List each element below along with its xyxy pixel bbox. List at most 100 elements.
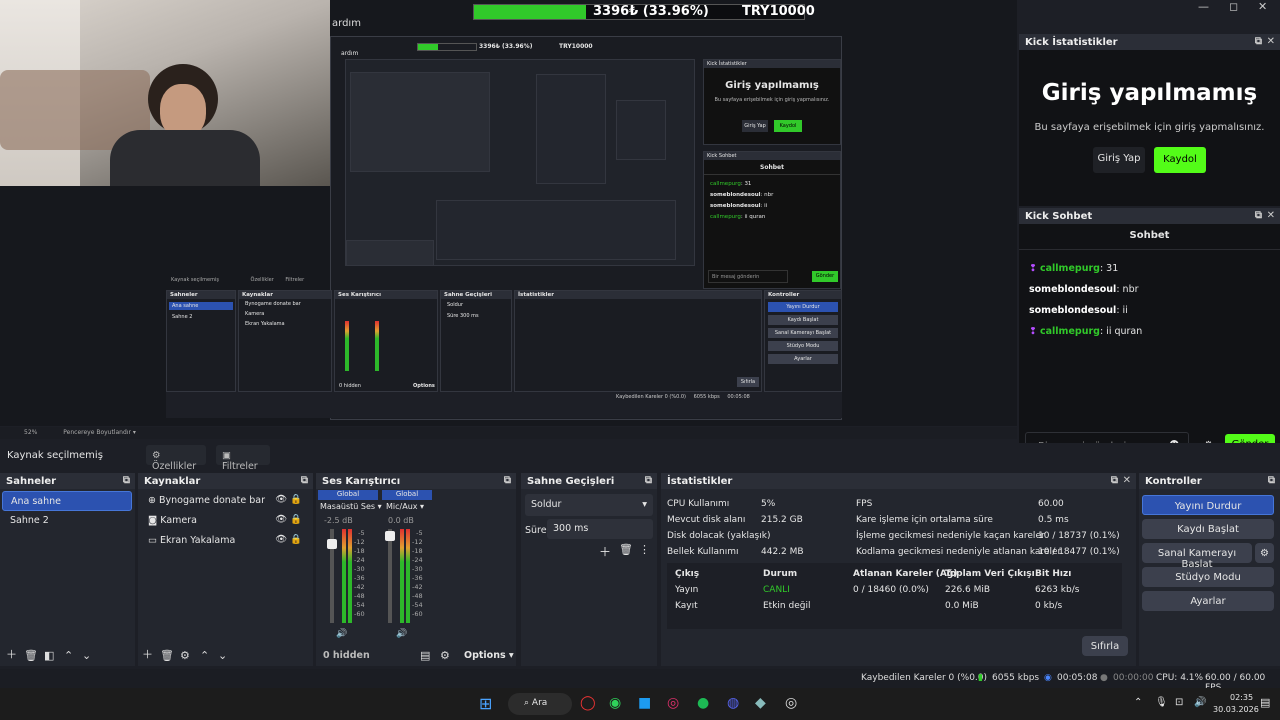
layout-icon[interactable]: ▤ — [420, 649, 430, 662]
virtual-camera-button[interactable]: Sanal Kamerayı Başlat — [1142, 543, 1252, 570]
opera-icon[interactable]: ◯ — [580, 695, 596, 711]
speaker-icon[interactable]: 🔊 — [1194, 697, 1206, 708]
nested-goal-text: TRY10000 — [559, 43, 593, 50]
close-icon[interactable]: ✕ — [1123, 475, 1131, 486]
minimize-icon[interactable]: — — [1198, 0, 1209, 13]
preview-canvas[interactable]: ardım 3396₺ (33.96%) TRY10000 ardım 3396… — [0, 0, 1017, 426]
settings-button[interactable]: Ayarlar — [1142, 591, 1274, 611]
speaker-icon[interactable]: 🔊 — [396, 629, 407, 639]
notification-icon[interactable]: ▤ — [1260, 696, 1270, 709]
speaker-icon[interactable]: 🔊 — [336, 629, 347, 639]
undock-icon[interactable]: ⧉ — [301, 475, 308, 486]
close-icon[interactable]: ✕ — [1267, 210, 1275, 221]
chevron-up-icon[interactable]: ⌃ — [1134, 697, 1142, 708]
stats-left-values: 5% 215.2 GB 442.2 MB — [761, 499, 804, 557]
login-message: Bu sayfaya erişebilmek için giriş yapmal… — [1034, 122, 1265, 133]
undock-icon[interactable]: ⧉ — [123, 475, 130, 486]
undock-icon[interactable]: ⧉ — [1255, 210, 1262, 221]
transition-select[interactable]: Soldur ▾ — [525, 494, 653, 516]
properties-button[interactable]: ⚙ Özellikler — [146, 445, 206, 472]
spotify-icon[interactable]: ● — [697, 695, 709, 711]
mic-icon[interactable]: 🎙 — [1155, 697, 1168, 708]
hidden-count[interactable]: 0 hidden — [323, 650, 370, 661]
start-recording-button[interactable]: Kaydı Başlat — [1142, 519, 1274, 539]
gear-icon[interactable]: ⚙ — [1255, 543, 1274, 563]
trash-icon[interactable]: 🗑 — [619, 543, 633, 556]
login-button[interactable]: Giriş Yap — [1093, 147, 1145, 173]
scene-item[interactable]: Sahne 2 — [2, 511, 132, 531]
status-bar: Kaybedilen Kareler 0 (%0.0) ▮ 6055 kbps … — [0, 669, 1280, 693]
add-icon[interactable]: ＋ — [142, 646, 153, 662]
zoom-level[interactable]: 52% — [24, 429, 37, 436]
filters-button[interactable]: ▣ Filtreler — [216, 445, 270, 472]
twitter-icon[interactable]: ■ — [638, 695, 651, 711]
undock-icon[interactable]: ⧉ — [1255, 36, 1262, 47]
duration-input[interactable]: 300 ms — [547, 519, 653, 539]
deeper-capture — [345, 59, 695, 266]
source-toolbar: Kaynak seçilmemiş ⚙ Özellikler ▣ Filtrel… — [0, 443, 1280, 472]
windows-start-icon[interactable]: ⊞ — [479, 694, 492, 713]
eye-icon: 👁 🔒 — [275, 494, 302, 505]
channel-select[interactable]: Masaüstü Ses ▾ — [320, 502, 382, 511]
stats-left: CPU Kullanımı Mevcut disk alanı Disk dolac… — [667, 499, 771, 557]
stats-right-values: 60.00 0.5 ms 10 / 18737 (0.1%) 10 / 18477 (… — [1038, 499, 1120, 557]
nested-source-bar: Kaynak seçilmemiş Özellikler Filtreler — [171, 277, 305, 283]
more-icon[interactable]: ⋮ — [639, 543, 650, 556]
undock-icon[interactable]: ⧉ — [1268, 475, 1275, 486]
taskbar: ⊞ ⌕ Ara ◯ ◉ ■ ◎ ● ◍ ◆ ◎ ⌃ 🎙 ⊡ 🔊 02:35 30… — [0, 688, 1280, 720]
add-icon[interactable]: ＋ — [6, 646, 17, 662]
source-item[interactable]: ▭ Ekran Yakalama 👁 🔒 — [140, 531, 310, 551]
instagram-icon[interactable]: ◎ — [667, 695, 679, 711]
chat-messages: ❢ callmepurg: 31 someblondesoul: nbr som… — [1029, 258, 1142, 342]
resize-option[interactable]: Pencereye Boyutlandır — [63, 429, 131, 436]
close-icon[interactable]: ✕ — [1267, 36, 1275, 47]
meter-scale: -5 -12 -18 -24 -30 -36 -42 -48 -54 -60 — [412, 529, 423, 618]
options-button[interactable]: Options ▾ — [464, 650, 514, 661]
trash-icon[interactable]: 🗑 — [160, 649, 174, 662]
discord-icon[interactable]: ◍ — [727, 695, 739, 711]
monitor-icon: ▭ — [148, 535, 157, 546]
add-icon[interactable]: ＋ — [599, 543, 611, 560]
trash-icon[interactable]: 🗑 — [24, 649, 38, 662]
volume-slider[interactable] — [327, 529, 337, 623]
obs-icon[interactable]: ◎ — [785, 695, 797, 711]
filter-icon[interactable]: ◧ — [44, 649, 54, 662]
nested-progress — [417, 43, 477, 51]
stop-stream-button[interactable]: Yayını Durdur — [1142, 495, 1274, 515]
kick-badge-icon: ❢ — [1029, 326, 1037, 337]
register-button[interactable]: Kaydol — [1154, 147, 1206, 173]
chevron-down-icon[interactable]: ⌄ — [218, 649, 227, 662]
gear-icon[interactable]: ⚙ — [440, 649, 450, 662]
globe-icon: ⊕ — [148, 495, 156, 506]
scene-item[interactable]: Ana sahne — [2, 491, 132, 511]
scenes-dock: Sahneler ⧉ Ana sahne Sahne 2 ＋ 🗑 ◧ ⌃ ⌄ — [0, 473, 135, 666]
donate-goal-text: TRY10000 — [742, 4, 815, 19]
kick-chat-dock: Kick Sohbet ⧉ ✕ Sohbet ❢ callmepurg: 31 s… — [1019, 208, 1280, 466]
app-icon[interactable]: ◆ — [755, 695, 766, 711]
studio-mode-button[interactable]: Stüdyo Modu — [1142, 567, 1274, 587]
dropped-frames: Kaybedilen Kareler 0 (%0.0) — [861, 673, 988, 683]
chevron-up-icon[interactable]: ⌃ — [64, 649, 73, 662]
source-item[interactable]: ◙ Kamera 👁 🔒 — [140, 511, 310, 531]
zoom-bar: 52% Pencereye Boyutlandır ▾ — [0, 427, 1017, 439]
gear-icon[interactable]: ⚙ — [180, 649, 190, 662]
source-item[interactable]: ⊕ Bynogame donate bar 👁 🔒 — [140, 491, 310, 511]
volume-slider[interactable] — [385, 529, 395, 623]
clock-time[interactable]: 02:35 — [1230, 693, 1253, 702]
undock-icon[interactable]: ⧉ — [1111, 475, 1118, 486]
clock-date[interactable]: 30.03.2026 — [1213, 705, 1259, 714]
scenes-title: Sahneler ⧉ — [0, 473, 135, 489]
close-window-icon[interactable]: ✕ — [1258, 0, 1267, 13]
chevron-up-icon[interactable]: ⌃ — [200, 649, 209, 662]
chat-message: ❢ callmepurg: 31 — [1029, 263, 1119, 274]
undock-icon[interactable]: ⧉ — [645, 475, 652, 486]
undock-icon[interactable]: ⧉ — [504, 475, 511, 486]
whatsapp-icon[interactable]: ◉ — [609, 695, 621, 711]
reset-button[interactable]: Sıfırla — [1082, 636, 1128, 656]
maximize-icon[interactable]: ◻ — [1229, 0, 1238, 13]
chevron-down-icon[interactable]: ⌄ — [82, 649, 91, 662]
channel-select[interactable]: Mic/Aux ▾ — [386, 502, 424, 511]
network-icon[interactable]: ⊡ — [1175, 697, 1183, 708]
nested-kick-chat: Kick Sohbet Sohbet callmepurg: 31 somebl… — [703, 151, 841, 289]
search-box[interactable]: ⌕ Ara — [508, 693, 572, 715]
